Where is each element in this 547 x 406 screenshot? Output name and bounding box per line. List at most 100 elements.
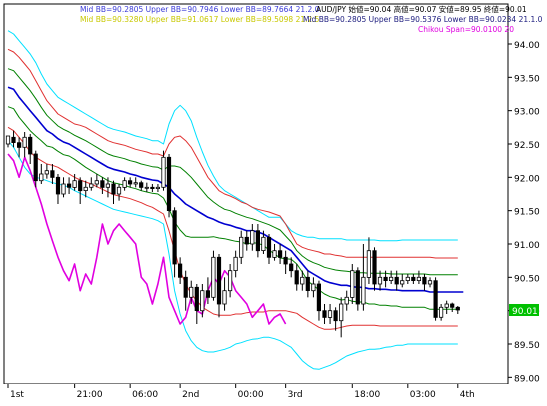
candle-up-body (227, 270, 233, 292)
candle-up-body (339, 303, 344, 322)
candle-down-body (305, 276, 310, 291)
plot-area (3, 3, 509, 385)
x-tick-label: 00:00 (238, 390, 264, 400)
candle-down-body (166, 156, 172, 212)
x-tick-label: 21:00 (77, 390, 103, 400)
candle-down-body (11, 136, 16, 144)
candle-up-body (405, 276, 410, 281)
candle (166, 154, 172, 218)
candle (211, 250, 216, 301)
candle-up-body (144, 186, 149, 189)
y-tick-label: 91.00 (514, 241, 540, 251)
x-tick-label: 03:00 (410, 390, 436, 400)
candle-up-body (61, 183, 66, 195)
candle-up-body (39, 173, 44, 182)
instrument-label: AUD/JPY 始値=90.04 高値=90.07 安値=89.95 終値=90… (316, 4, 527, 14)
candle-up-body (377, 276, 383, 285)
candle-up-body (155, 186, 160, 190)
candle-down-body (16, 142, 22, 148)
candle-up-body (222, 290, 227, 305)
candle-up-body (366, 250, 372, 278)
candle-up-body (239, 236, 244, 258)
chart-container: 94.00 93.50 93.00 92.50 92.00 91.50 91.00 90.50… (0, 0, 547, 402)
candle-down-body (450, 303, 455, 308)
indicator-label-bb-2-5: Mid BB=90.3280 Upper BB=91.0617 Lower BB… (80, 15, 320, 24)
candle-up-body (361, 276, 366, 305)
candle-down-body (455, 306, 460, 311)
candle-up-body (200, 290, 205, 312)
candle-up-body (161, 156, 166, 188)
candle-down-body (294, 270, 299, 285)
candle-up-body (44, 170, 49, 175)
y-tick-label: 94.00 (514, 41, 540, 51)
candle-down-body (172, 210, 177, 265)
candle-down-body (55, 176, 61, 195)
candle-down-body (205, 290, 210, 298)
candle-down-body (50, 170, 55, 178)
y-tick-label: 89.00 (514, 374, 540, 384)
candle-up-body (5, 135, 11, 145)
candle-up-body (300, 276, 305, 285)
y-tick-label: 89.50 (514, 341, 540, 351)
candle-up-body (211, 256, 216, 298)
candle-down-body (78, 180, 83, 192)
candle (355, 267, 360, 311)
x-tick-label: 18:00 (354, 390, 380, 400)
candle-up-body (22, 136, 27, 148)
candle-up-body (350, 270, 355, 298)
y-tick-label: 90.50 (514, 274, 540, 284)
last-price-label: 90.01 (512, 307, 538, 317)
x-tick-label: 2nd (182, 390, 199, 400)
candle (433, 277, 438, 321)
candle-down-body (127, 180, 133, 185)
candle-up-body (400, 280, 405, 285)
y-tick-label: 93.00 (514, 108, 540, 118)
candle-down-body (277, 250, 283, 258)
candle-up-body (122, 180, 127, 188)
candle (372, 247, 377, 291)
indicator-label-chikou: Chikou Span=90.0100 20 (418, 25, 514, 34)
candle-down-body (333, 310, 338, 322)
candle-up-body (105, 183, 110, 188)
candle-down-body (283, 256, 288, 265)
candle-up-body (327, 310, 333, 318)
candle-down-body (266, 236, 272, 258)
candlestick-chart: 94.00 93.50 93.00 92.50 92.00 91.50 91.00 90.50… (0, 3, 547, 402)
candle-up-body (444, 303, 449, 308)
candle-down-body (244, 236, 249, 245)
x-tick-label: 3rd (288, 390, 303, 400)
candle-up-body (261, 236, 266, 252)
x-tick-label: 4th (460, 390, 475, 400)
candle-up-body (416, 276, 422, 281)
candle-up-body (189, 286, 194, 298)
candle-down-body (355, 270, 360, 305)
candle-down-body (316, 283, 322, 312)
candle-down-body (383, 276, 388, 281)
candle-down-body (322, 310, 327, 318)
y-tick-label: 93.50 (514, 74, 540, 84)
x-tick-label: 1st (10, 390, 24, 400)
candle-down-body (33, 153, 38, 182)
candle-up-body (311, 283, 316, 292)
candle-down-body (289, 263, 294, 272)
candle-down-body (150, 186, 155, 190)
candle-up-body (427, 280, 433, 285)
candle-up-body (72, 180, 77, 188)
y-tick-label: 91.50 (514, 208, 540, 218)
candle-down-body (255, 230, 261, 252)
candle-up-body (250, 230, 255, 245)
candle-down-body (372, 250, 377, 285)
candle-up-body (116, 186, 122, 195)
candle-up-body (272, 250, 277, 258)
candle-up-body (233, 256, 238, 271)
candle-up-body (83, 186, 88, 192)
y-tick-label: 92.50 (514, 141, 540, 151)
candle-up-body (344, 296, 349, 305)
candle-down-body (139, 182, 144, 188)
candle-up-body (438, 306, 444, 318)
candle-up-body (133, 182, 138, 185)
candle-down-body (177, 263, 183, 278)
candle-down-body (28, 136, 33, 155)
candle-down-body (111, 183, 116, 195)
y-tick-label: 92.00 (514, 174, 540, 184)
